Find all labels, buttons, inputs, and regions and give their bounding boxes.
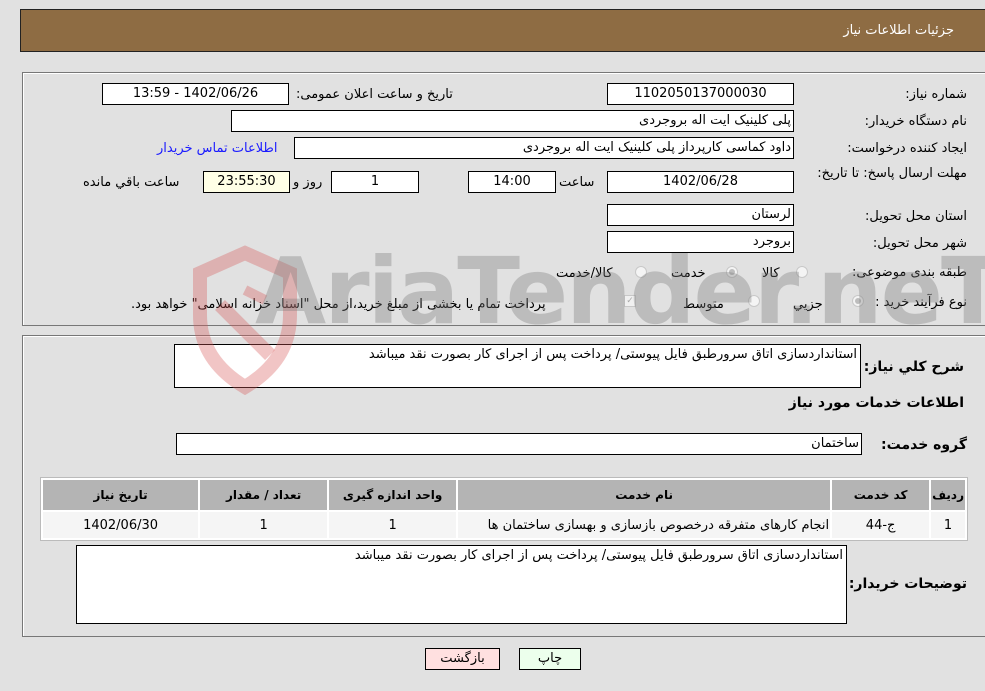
details-panel: شرح کلي نیاز: استانداردسازی اتاق سرورطبق… [22,335,985,637]
buyer-org-field[interactable]: پلی کلینیک ایت اله بروجردی [231,110,794,132]
deadline-time-field[interactable]: 14:00 [468,171,556,193]
page-header: جزئیات اطلاعات نیاز [20,9,985,52]
watermark-text: AriaTender.neT [255,238,985,345]
page-title: جزئیات اطلاعات نیاز [843,23,954,38]
services-section-title: اطلاعات خدمات مورد نیاز [788,395,964,411]
back-button[interactable]: بازگشت [425,648,500,670]
buyer-notes-textarea[interactable]: استانداردسازی اتاق سرورطبق فایل پیوستی/ … [76,545,847,624]
cell-row-number: 1 [931,512,965,538]
service-group-label: گروه خدمت: [881,437,967,453]
services-table: ردیف کد خدمت نام خدمت واحد اندازه گیری ت… [40,477,968,541]
col-header-row-number: ردیف [931,480,965,510]
days-remaining-field[interactable]: 1 [331,171,419,193]
service-group-field[interactable]: ساختمان [176,433,862,455]
description-label: شرح کلي نیاز: [863,359,964,375]
time-remaining-field: 23:55:30 [203,171,290,193]
cell-unit: 1 [329,512,457,538]
col-header-service-name: نام خدمت [458,480,831,510]
province-field[interactable]: لرستان [607,204,794,226]
description-textarea[interactable]: استانداردسازی اتاق سرورطبق فایل پیوستی/ … [174,344,861,388]
col-header-need-date: تاریخ نیاز [43,480,199,510]
table-header-row: ردیف کد خدمت نام خدمت واحد اندازه گیری ت… [43,480,965,510]
cell-need-date: 1402/06/30 [43,512,199,538]
print-button[interactable]: چاپ [519,648,581,670]
creator-label: ایجاد کننده درخواست: [847,141,967,156]
cell-quantity: 1 [200,512,328,538]
deadline-time-label: ساعت [559,175,595,190]
buyer-notes-label: توضیحات خریدار: [848,576,967,592]
col-header-service-code: کد خدمت [832,480,930,510]
deadline-date-field[interactable]: 1402/06/28 [607,171,794,193]
announce-date-label: تاریخ و ساعت اعلان عمومی: [296,87,453,102]
buyer-contact-link[interactable]: اطلاعات تماس خریدار [157,141,277,156]
announce-date-field[interactable]: 1402/06/26 - 13:59 [102,83,289,105]
need-number-label: شماره نیاز: [905,87,967,102]
time-remaining-label: ساعت باقي مانده [83,175,180,190]
col-header-unit: واحد اندازه گیری [329,480,457,510]
deadline-label: مهلت ارسال پاسخ: تا تاریخ: [817,166,967,181]
days-label: روز و [293,175,323,190]
cell-service-name: انجام کارهای متفرقه درخصوص بازسازی و بهس… [458,512,831,538]
buyer-org-label: نام دستگاه خریدار: [864,114,967,129]
need-number-field[interactable]: 1102050137000030 [607,83,794,105]
col-header-quantity: تعداد / مقدار [200,480,328,510]
table-row: 1 ج-44 انجام کارهای متفرقه درخصوص بازساز… [43,512,965,538]
cell-service-code: ج-44 [832,512,930,538]
creator-field[interactable]: داود کماسی کارپرداز پلی کلینیک ایت اله ب… [294,137,794,159]
province-label: استان محل تحویل: [865,209,967,224]
